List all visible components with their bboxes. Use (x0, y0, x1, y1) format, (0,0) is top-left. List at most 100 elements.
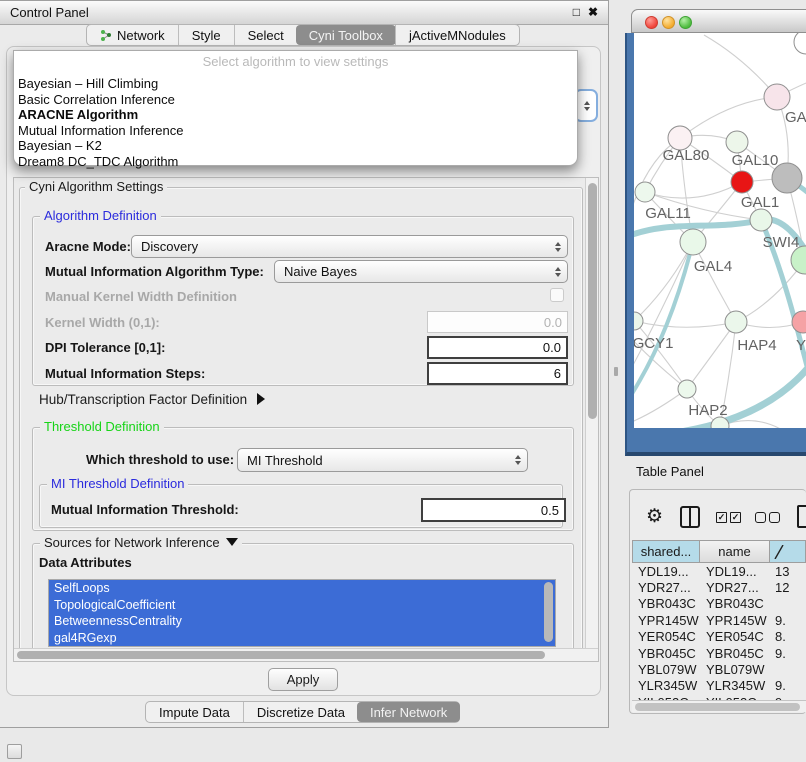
algorithm-option[interactable]: Bayesian – K2 (14, 138, 577, 154)
network-node-swi4[interactable] (750, 209, 772, 231)
which-threshold-combobox[interactable]: MI Threshold (237, 448, 528, 472)
collapsed-panel-icon[interactable] (7, 744, 22, 759)
attribute-item[interactable]: SelfLoops (49, 580, 555, 597)
mi-threshold-field[interactable]: 0.5 (421, 498, 566, 522)
clipped-header-glyph (774, 545, 784, 559)
algorithm-option[interactable]: Dream8 DC_TDC Algorithm (14, 154, 577, 170)
network-graph: GALGAL80GAL10GAL1GAL11SWI4GAL4GCY1HAP4YH… (634, 33, 806, 428)
network-node[interactable] (794, 33, 806, 54)
horizontal-scrollbar-thumb[interactable] (17, 651, 545, 659)
network-node-hap2[interactable] (678, 380, 696, 398)
close-icon[interactable]: ✖ (588, 6, 598, 19)
tab-network[interactable]: Network (87, 25, 178, 45)
which-threshold-value: MI Threshold (247, 453, 323, 468)
tab-cyni-toolbox[interactable]: Cyni Toolbox (296, 25, 396, 45)
vertical-scrollbar-thumb[interactable] (588, 183, 597, 419)
export-table-icon[interactable] (797, 505, 806, 528)
table-cell: YDR27... (700, 580, 770, 595)
mac-zoom-button[interactable] (679, 16, 692, 29)
settings-scrollpane: Cyni Algorithm Settings Algorithm Defini… (13, 177, 599, 662)
network-icon (100, 29, 113, 42)
attribute-item[interactable]: TopologicalCoefficient (49, 597, 555, 614)
table-row[interactable]: YBL079WYBL079W (632, 661, 806, 677)
mi-steps-label: Mutual Information Steps: (45, 366, 205, 381)
network-node-label: GCY1 (634, 335, 673, 352)
network-canvas[interactable]: GALGAL80GAL10GAL1GAL11SWI4GAL4GCY1HAP4YH… (634, 33, 806, 428)
network-node-hap4[interactable] (725, 311, 747, 333)
vertical-scrollbar[interactable] (585, 178, 598, 648)
table-cell: YBR043C (700, 596, 770, 611)
table-row[interactable]: YER054CYER054C8. (632, 629, 806, 645)
network-node-gal10[interactable] (726, 131, 748, 153)
algorithm-option[interactable]: ARACNE Algorithm (14, 107, 577, 123)
table-row[interactable]: YDR27...YDR27...12 (632, 579, 806, 595)
network-node-gcy1[interactable] (634, 312, 643, 330)
table-row[interactable]: YBR043CYBR043C (632, 596, 806, 612)
panel-splitter-handle[interactable] (614, 367, 618, 376)
control-panel-titlebar: Control Panel □ ✖ (0, 1, 608, 25)
table-cell: 9. (770, 646, 806, 661)
gear-icon[interactable]: ⚙ (646, 505, 663, 529)
maximize-icon[interactable]: □ (573, 6, 580, 19)
columns-icon[interactable] (680, 506, 700, 528)
algorithm-option[interactable]: Bayesian – Hill Climbing (14, 76, 577, 92)
tab-style[interactable]: Style (178, 25, 234, 45)
table-cell: 12 (770, 580, 806, 595)
sources-legend-label: Sources for Network Inference (44, 535, 220, 550)
attribute-item[interactable]: gal4RGexp (49, 630, 555, 647)
tab-discretize-data[interactable]: Discretize Data (243, 702, 358, 722)
deselect-all-columns-icon[interactable] (755, 512, 780, 523)
column-header-name[interactable]: name (700, 540, 770, 563)
apply-button[interactable]: Apply (268, 668, 338, 691)
dpi-tolerance-label: DPI Tolerance [0,1]: (45, 340, 165, 355)
table-row[interactable]: YDL19...YDL19...13 (632, 563, 806, 579)
manual-kernel-label: Manual Kernel Width Definition (45, 289, 237, 304)
algorithm-option[interactable]: Mutual Information Inference (14, 123, 577, 139)
network-node-gal11[interactable] (635, 182, 655, 202)
network-node-gal4[interactable] (680, 229, 706, 255)
sources-legend[interactable]: Sources for Network Inference (40, 536, 242, 550)
mac-minimize-button[interactable] (662, 16, 675, 29)
network-node-label: GAL80 (663, 147, 710, 164)
table-row[interactable]: YLR345WYLR345W9. (632, 678, 806, 694)
network-node-label: GAL (785, 109, 806, 126)
mac-close-button[interactable] (645, 16, 658, 29)
tab-select[interactable]: Select (234, 25, 297, 45)
kernel-width-field[interactable]: 0.0 (427, 311, 568, 333)
manual-kernel-checkbox[interactable] (550, 288, 564, 302)
table-horizontal-scrollbar[interactable] (632, 700, 806, 712)
table-row[interactable]: YPR145WYPR145W9. (632, 612, 806, 628)
table-body: YDL19...YDL19...13YDR27...YDR27...12YBR0… (632, 563, 806, 700)
horizontal-scrollbar[interactable] (14, 648, 598, 661)
mi-threshold-label: Mutual Information Threshold: (51, 502, 239, 517)
network-frame-left (625, 33, 634, 428)
attribute-list-scrollbar[interactable] (544, 582, 553, 642)
mi-steps-field[interactable]: 6 (427, 362, 568, 385)
cyni-algorithm-settings-legend: Cyni Algorithm Settings (25, 180, 167, 194)
aracne-mode-combobox[interactable]: Discovery (131, 235, 568, 258)
column-header-clipped[interactable] (770, 540, 806, 563)
tab-impute-data[interactable]: Impute Data (146, 702, 243, 722)
column-header-shared-name[interactable]: shared... (632, 540, 700, 563)
hub-definition-toggle[interactable]: Hub/Transcription Factor Definition (39, 392, 265, 407)
mi-type-combobox[interactable]: Naive Bayes (274, 260, 568, 283)
select-all-columns-icon[interactable]: ✓ ✓ (716, 512, 741, 523)
dpi-tolerance-field[interactable]: 0.0 (427, 336, 568, 359)
table-row[interactable]: YBR045CYBR045C9. (632, 645, 806, 661)
tab-select-label: Select (248, 28, 284, 43)
table-cell: 13 (770, 564, 806, 579)
network-node[interactable] (772, 163, 802, 193)
checked-box-icon: ✓ (730, 512, 741, 523)
aracne-mode-label: Aracne Mode: (45, 239, 131, 254)
network-node-gal[interactable] (764, 84, 790, 110)
algorithm-option[interactable]: Basic Correlation Inference (14, 92, 577, 108)
tab-infer-network[interactable]: Infer Network (357, 702, 460, 722)
bottom-tabstrip: Impute Data Discretize Data Infer Networ… (145, 701, 460, 723)
attribute-item[interactable]: BetweennessCentrality (49, 613, 555, 630)
table-scrollbar-thumb[interactable] (635, 703, 800, 711)
tab-jactivemnodules[interactable]: jActiveMNodules (395, 25, 519, 45)
network-node-gal1[interactable] (731, 171, 753, 193)
table-header: shared... name (632, 540, 806, 563)
checked-box-icon: ✓ (716, 512, 727, 523)
network-node-label: HAP4 (737, 337, 776, 354)
